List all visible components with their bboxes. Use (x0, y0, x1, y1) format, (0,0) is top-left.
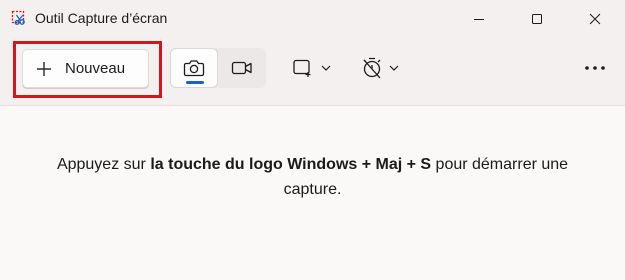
chevron-down-icon (321, 65, 331, 71)
snipping-tool-icon (11, 10, 27, 26)
rectangle-snip-icon (293, 59, 311, 77)
chevron-down-icon (389, 65, 399, 71)
title-bar[interactable]: Outil Capture d’écran (0, 0, 625, 38)
close-button[interactable] (572, 0, 618, 38)
maximize-icon (532, 14, 542, 24)
minimize-icon (474, 19, 484, 20)
capture-hint-text: Appuyez sur la touche du logo Windows + … (0, 152, 625, 202)
more-horizontal-icon (585, 66, 605, 70)
video-camera-icon (231, 61, 252, 75)
plus-icon (35, 60, 53, 78)
hint-text-part1: Appuyez sur (56, 156, 151, 173)
hint-text-part2: pour démarrer une (431, 156, 569, 173)
hint-text-line2: capture. (283, 181, 342, 198)
snipping-tool-window: Outil Capture d’écran Nouveau Appuyez su… (0, 0, 625, 280)
delay-timer-dropdown[interactable] (360, 50, 410, 86)
more-options-button[interactable] (577, 52, 613, 84)
capture-mode-toggle (170, 48, 266, 88)
selected-mode-indicator (186, 81, 204, 84)
close-icon (589, 13, 601, 25)
video-mode-button[interactable] (218, 48, 266, 88)
new-button-label: Nouveau (65, 60, 126, 77)
photo-mode-button[interactable] (170, 48, 218, 88)
no-timer-icon (363, 57, 381, 79)
toolbar: Nouveau (0, 38, 625, 106)
camera-icon (183, 60, 205, 77)
capture-area: Appuyez sur la touche du logo Windows + … (0, 107, 625, 280)
window-title: Outil Capture d’écran (35, 10, 168, 26)
new-capture-button[interactable]: Nouveau (22, 49, 149, 88)
hint-shortcut-text: la touche du logo Windows + Maj + S (150, 156, 432, 173)
maximize-button[interactable] (514, 0, 560, 38)
minimize-button[interactable] (456, 0, 502, 38)
snip-shape-dropdown[interactable] (290, 50, 340, 86)
